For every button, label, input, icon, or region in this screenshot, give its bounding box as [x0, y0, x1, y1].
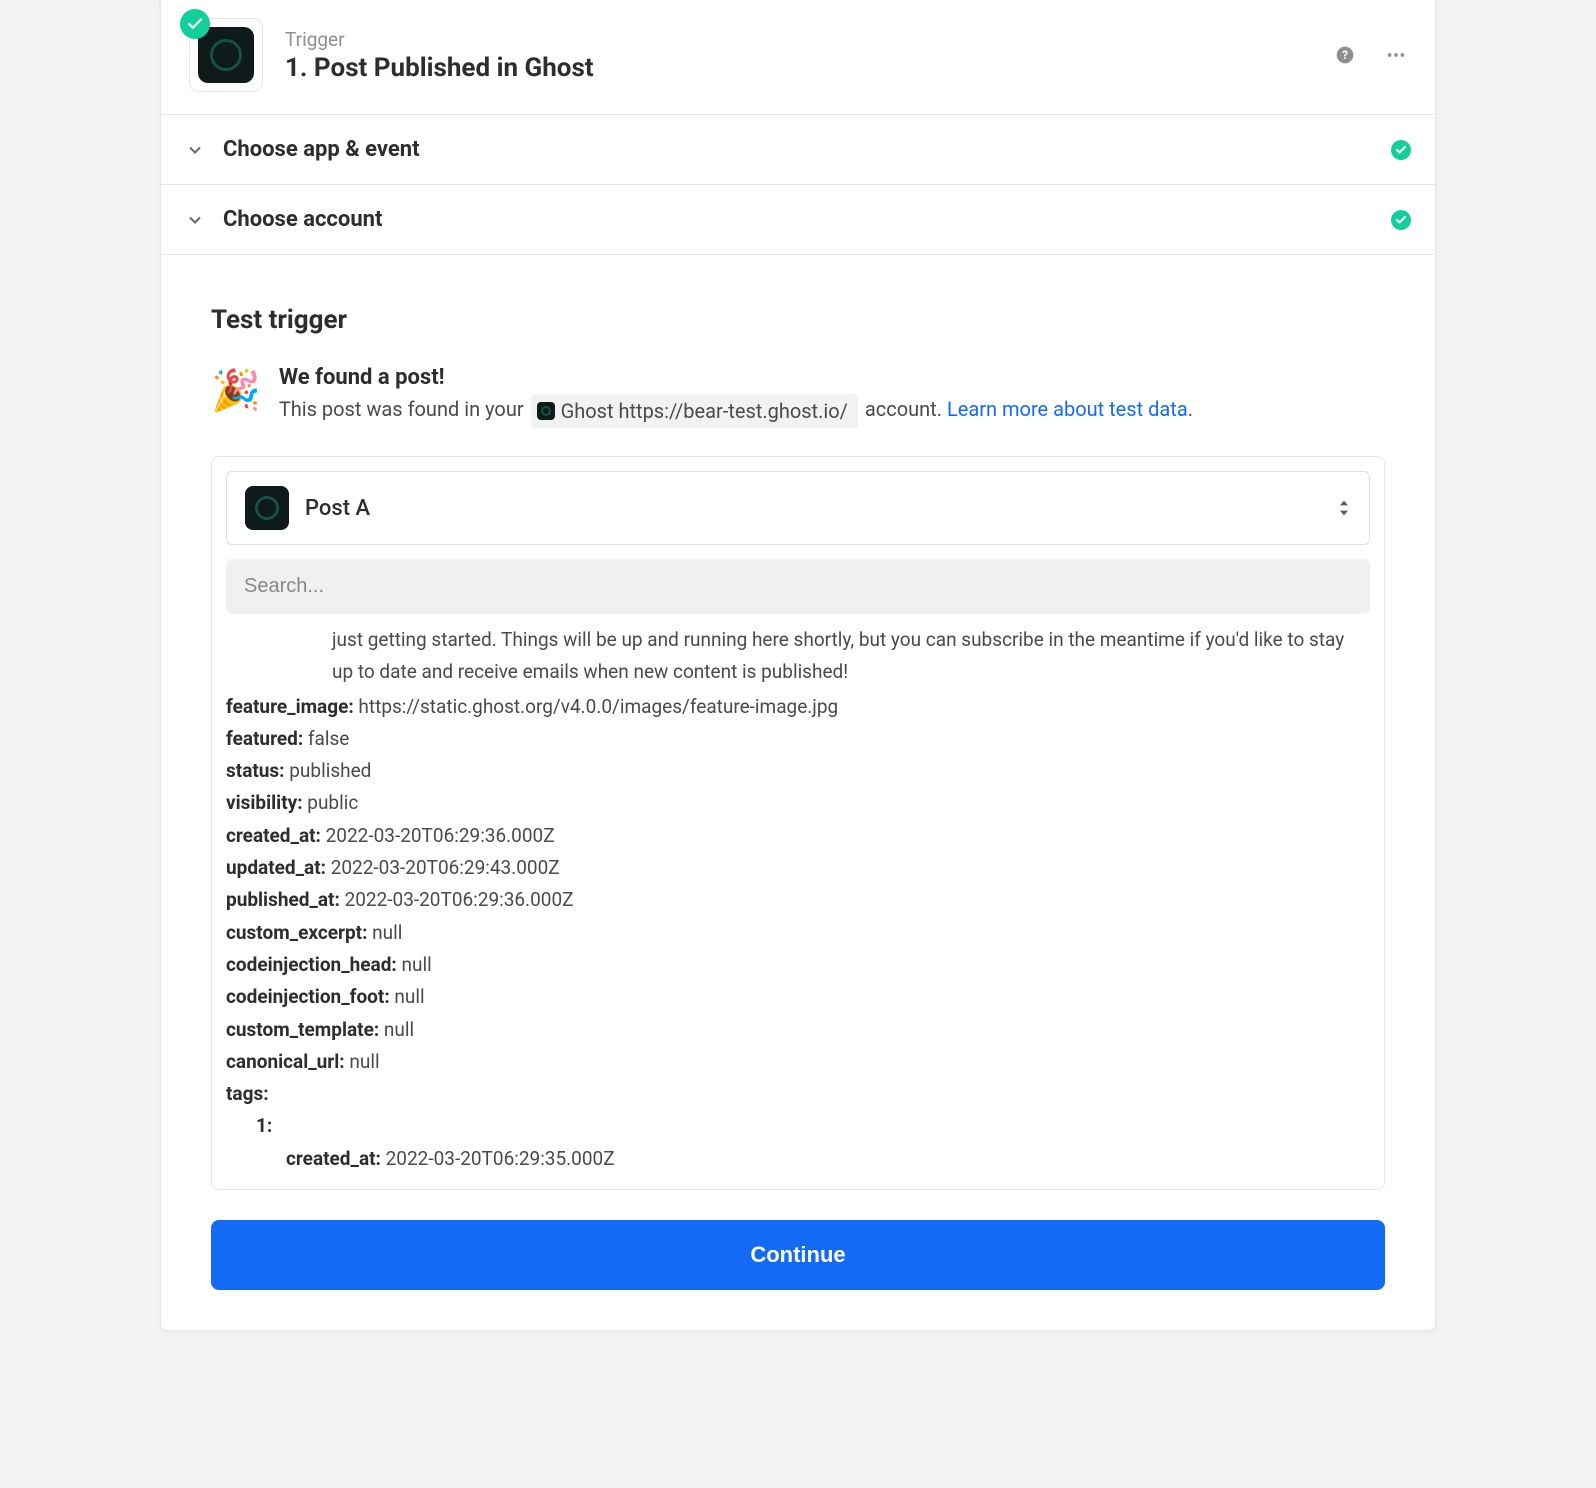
field-codeinjection-foot: codeinjection_foot: null [226, 981, 1370, 1013]
chevron-down-icon [185, 140, 205, 160]
field-codeinjection-head: codeinjection_head: null [226, 949, 1370, 981]
field-updated-at: updated_at: 2022-03-20T06:29:43.000Z [226, 852, 1370, 884]
field-custom-excerpt: custom_excerpt: null [226, 917, 1370, 949]
data-list: just getting started. Things will be up … [226, 624, 1370, 1175]
more-menu-icon[interactable] [1385, 44, 1407, 66]
field-created-at: created_at: 2022-03-20T06:29:36.000Z [226, 820, 1370, 852]
continue-button[interactable]: Continue [211, 1220, 1385, 1290]
field-canonical-url: canonical_url: null [226, 1046, 1370, 1078]
account-chip: Ghost https://bear-test.ghost.io/ [531, 394, 858, 428]
field-published-at: published_at: 2022-03-20T06:29:36.000Z [226, 884, 1370, 916]
sort-caret-icon [1337, 498, 1351, 518]
ghost-app-icon [198, 27, 254, 83]
field-tags-1-created-at: created_at: 2022-03-20T06:29:35.000Z [286, 1143, 1370, 1175]
search-input[interactable] [226, 559, 1370, 614]
chevron-down-icon [185, 210, 205, 230]
header-text: Trigger 1. Post Published in Ghost [285, 28, 1335, 83]
field-status: status: published [226, 755, 1370, 787]
found-description: This post was found in your Ghost https:… [279, 394, 1193, 428]
trigger-panel: Trigger 1. Post Published in Ghost ? Cho… [160, 0, 1436, 1331]
check-icon [1391, 210, 1411, 230]
header-title: 1. Post Published in Ghost [285, 53, 1335, 83]
result-box: Post A just getting started. Things will… [211, 456, 1385, 1190]
field-tags-1: 1: [256, 1110, 1370, 1142]
test-trigger-heading: Test trigger [211, 305, 1385, 335]
svg-text:?: ? [1342, 48, 1348, 62]
ghost-app-icon [537, 402, 555, 420]
panel-header: Trigger 1. Post Published in Ghost ? [161, 0, 1435, 114]
body-text: just getting started. Things will be up … [332, 624, 1370, 689]
field-tags: tags: [226, 1078, 1370, 1110]
field-feature-image: feature_image: https://static.ghost.org/… [226, 691, 1370, 723]
app-icon-container [189, 18, 263, 92]
section-title: Choose account [223, 207, 382, 232]
help-icon[interactable]: ? [1335, 45, 1355, 65]
found-title: We found a post! [279, 365, 1193, 390]
field-featured: featured: false [226, 723, 1370, 755]
field-visibility: visibility: public [226, 787, 1370, 819]
success-check-badge [180, 9, 210, 39]
ghost-app-icon [245, 486, 289, 530]
post-selector-label: Post A [305, 496, 1337, 521]
field-custom-template: custom_template: null [226, 1014, 1370, 1046]
header-label: Trigger [285, 28, 1335, 51]
test-trigger-section: Test trigger 🎉 We found a post! This pos… [161, 254, 1435, 1330]
learn-more-link[interactable]: Learn more about test data [947, 397, 1188, 421]
section-title: Choose app & event [223, 137, 420, 162]
choose-account-row[interactable]: Choose account [161, 184, 1435, 254]
account-chip-label: Ghost https://bear-test.ghost.io/ [561, 396, 848, 426]
check-icon [1391, 140, 1411, 160]
party-popper-icon: 🎉 [211, 367, 261, 414]
choose-app-event-row[interactable]: Choose app & event [161, 114, 1435, 184]
found-block: 🎉 We found a post! This post was found i… [211, 365, 1385, 428]
post-selector[interactable]: Post A [226, 471, 1370, 545]
